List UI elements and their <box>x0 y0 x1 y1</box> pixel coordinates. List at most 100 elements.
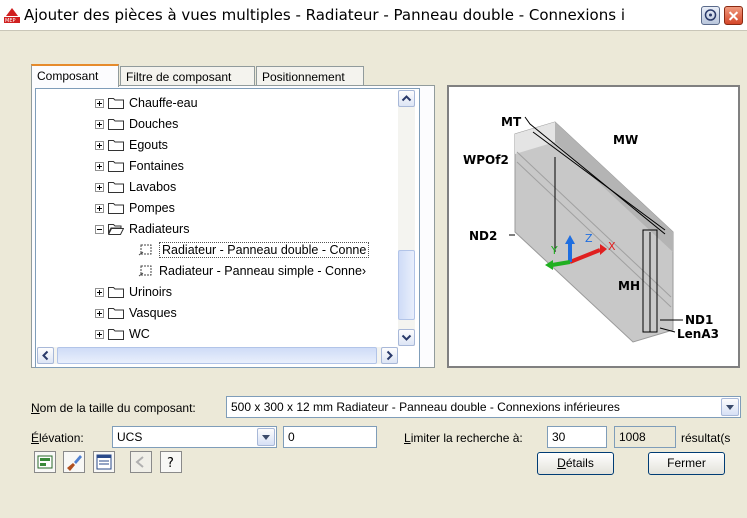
tree-item-label: Urinoirs <box>129 285 173 299</box>
scroll-up-button[interactable] <box>398 90 415 107</box>
part-icon <box>138 244 152 256</box>
expand-icon[interactable] <box>95 203 104 213</box>
tree-item-urinoirs[interactable]: Urinoirs <box>95 283 172 301</box>
label-mt: MT <box>501 115 522 129</box>
folder-icon <box>108 161 124 172</box>
tree-horizontal-scrollbar[interactable] <box>37 347 398 364</box>
tree-item-radiateur-double[interactable]: Radiateur - Panneau double - Conne <box>138 241 370 259</box>
tree-item-douches[interactable]: Douches <box>95 115 178 133</box>
tree-item-label: Vasques <box>129 306 177 320</box>
svg-text:MEP: MEP <box>5 18 16 23</box>
size-select-value: 500 x 300 x 12 mm Radiateur - Panneau do… <box>231 400 620 414</box>
arrow-right-icon <box>386 350 393 361</box>
tree-item-label: Lavabos <box>129 180 177 194</box>
arrow-up-icon <box>401 95 412 102</box>
expand-icon[interactable] <box>95 140 104 150</box>
expand-icon[interactable] <box>95 182 104 192</box>
open-folder-icon <box>108 224 124 235</box>
back-button[interactable] <box>130 451 152 473</box>
tree-item-label: Radiateur - Panneau simple - Conne› <box>159 264 367 278</box>
help-context-button[interactable] <box>701 6 720 25</box>
close-window-button[interactable] <box>724 6 743 25</box>
expand-icon[interactable] <box>95 98 104 108</box>
help-icon: ? <box>167 456 174 471</box>
label-lena3: LenA3 <box>677 327 719 341</box>
tab-positionnement[interactable]: Positionnement <box>256 66 364 85</box>
result-label: résultat(s <box>681 431 731 445</box>
tree-item-label: Radiateurs <box>129 222 190 236</box>
elevation-dropdown-button[interactable] <box>257 428 275 446</box>
tree-item-label: Fontaines <box>129 159 184 173</box>
component-tree[interactable]: Chauffe-eau Douches Egouts Fontaines Lav… <box>35 88 420 368</box>
tree-item-label: Radiateur - Panneau double - Conne <box>159 242 370 258</box>
size-dropdown-button[interactable] <box>721 398 739 416</box>
tree-item-chauffe-eau[interactable]: Chauffe-eau <box>95 94 198 112</box>
tree-item-lavabos[interactable]: Lavabos <box>95 178 176 196</box>
elevation-select[interactable]: UCS <box>112 426 277 448</box>
tree-item-fontaines[interactable]: Fontaines <box>95 157 184 175</box>
folder-icon <box>108 203 124 214</box>
tab-filtre-composant[interactable]: Filtre de composant <box>120 66 255 85</box>
tree-item-label: WC <box>129 327 150 341</box>
folder-icon <box>108 140 124 151</box>
tree-item-label: Chauffe-eau <box>129 96 198 110</box>
vertical-scroll-thumb[interactable] <box>398 250 415 320</box>
tree-item-pompes[interactable]: Pompes <box>95 199 175 217</box>
close-button[interactable]: Fermer <box>648 452 725 475</box>
scroll-left-button[interactable] <box>37 347 54 364</box>
expand-icon[interactable] <box>95 119 104 129</box>
elevation-value-input[interactable]: 0 <box>283 426 377 448</box>
limit-input[interactable]: 30 <box>547 426 607 448</box>
back-icon <box>135 456 144 468</box>
scroll-right-button[interactable] <box>381 347 398 364</box>
arrow-left-icon <box>42 350 49 361</box>
help-button[interactable]: ? <box>160 451 182 473</box>
tree-item-radiateur-simple[interactable]: Radiateur - Panneau simple - Conne› <box>138 262 366 280</box>
svg-text:?: ? <box>167 456 174 471</box>
folder-icon <box>108 98 124 109</box>
catalog-icon <box>37 455 53 469</box>
result-count: 1008 <box>614 426 676 448</box>
tree-item-label: Pompes <box>129 201 175 215</box>
tree-item-label: Egouts <box>129 138 168 152</box>
arrow-down-icon <box>401 334 412 341</box>
label-wpof2: WPOf2 <box>463 153 509 167</box>
label-nd1: ND1 <box>685 313 713 327</box>
folder-icon <box>108 119 124 130</box>
tree-item-egouts[interactable]: Egouts <box>95 136 168 154</box>
elevation-label: Élévation: <box>31 431 84 445</box>
title-bar: MEP Ajouter des pièces à vues multiples … <box>0 0 747 31</box>
details-button[interactable]: Détails <box>537 452 614 475</box>
folder-icon <box>108 287 124 298</box>
window-title: Ajouter des pièces à vues multiples - Ra… <box>24 6 625 24</box>
expand-icon[interactable] <box>95 329 104 339</box>
collapse-icon[interactable] <box>95 224 104 234</box>
style-button[interactable] <box>63 451 85 473</box>
properties-button[interactable] <box>93 451 115 473</box>
tree-item-radiateurs[interactable]: Radiateurs <box>95 220 189 238</box>
part-icon <box>138 265 152 277</box>
horizontal-scroll-thumb[interactable] <box>57 347 377 364</box>
label-mh: MH <box>618 279 640 293</box>
catalog-button[interactable] <box>34 451 56 473</box>
paintbrush-icon <box>67 455 82 471</box>
tree-item-vasques[interactable]: Vasques <box>95 304 177 322</box>
question-bubble-icon <box>704 9 717 21</box>
properties-icon <box>96 454 112 470</box>
app-mep-icon: MEP <box>4 7 20 23</box>
expand-icon[interactable] <box>95 308 104 318</box>
size-label: Nom de la taille du composant: <box>31 401 196 415</box>
expand-icon[interactable] <box>95 161 104 171</box>
tree-vertical-scrollbar[interactable] <box>398 90 415 346</box>
size-select[interactable]: 500 x 300 x 12 mm Radiateur - Panneau do… <box>226 396 741 418</box>
label-nd2: ND2 <box>469 229 497 243</box>
label-axis-x: X <box>608 240 616 253</box>
tab-composant[interactable]: Composant <box>31 64 119 87</box>
expand-icon[interactable] <box>95 287 104 297</box>
scroll-down-button[interactable] <box>398 329 415 346</box>
label-axis-y: Y <box>550 244 558 257</box>
tree-item-wc[interactable]: WC <box>95 325 150 343</box>
label-axis-z: Z <box>585 232 593 245</box>
radiator-preview-image: MT MW WPOf2 ND2 MH ND1 LenA3 Z X Y <box>455 92 733 362</box>
folder-icon <box>108 182 124 193</box>
